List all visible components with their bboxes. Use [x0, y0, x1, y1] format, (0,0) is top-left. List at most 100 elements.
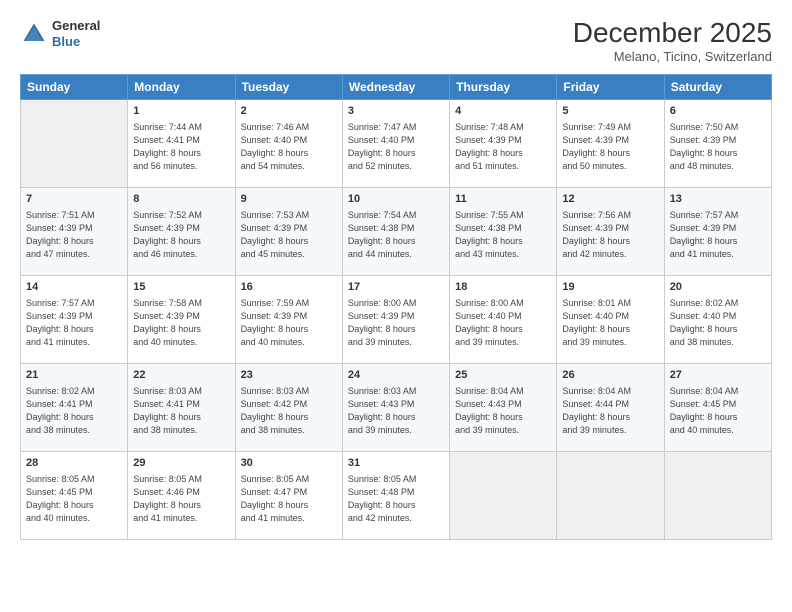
col-header-thursday: Thursday [450, 74, 557, 99]
calendar-cell: 4 Sunrise: 7:48 AMSunset: 4:39 PMDaylight… [450, 99, 557, 187]
day-number: 26 [562, 368, 658, 383]
calendar-cell: 22Sunrise: 8:03 AMSunset: 4:41 PMDayligh… [128, 363, 235, 451]
calendar-cell: 16 Sunrise: 7:59 AMSunset: 4:39 PMDayligh… [235, 275, 342, 363]
cell-info: Sunrise: 8:05 AMSunset: 4:46 PMDaylight:… [133, 473, 229, 525]
day-number: 20 [670, 280, 766, 295]
calendar-cell: 3 Sunrise: 7:47 AMSunset: 4:40 PMDaylight… [342, 99, 449, 187]
day-number: 23 [241, 368, 337, 383]
col-header-sunday: Sunday [21, 74, 128, 99]
calendar-cell: 6Sunrise: 7:50 AMSunset: 4:39 PMDaylight… [664, 99, 771, 187]
calendar-table: SundayMondayTuesdayWednesdayThursdayFrid… [20, 74, 772, 540]
calendar-cell: 28 Sunrise: 8:05 AMSunset: 4:45 PMDayligh… [21, 451, 128, 539]
calendar-cell [557, 451, 664, 539]
cell-info: Sunrise: 7:44 AMSunset: 4:41 PMDaylight:… [133, 121, 229, 173]
calendar-cell: 7Sunrise: 7:51 AMSunset: 4:39 PMDaylight… [21, 187, 128, 275]
calendar-cell: 24 Sunrise: 8:03 AMSunset: 4:43 PMDayligh… [342, 363, 449, 451]
day-number: 17 [348, 280, 444, 295]
day-number: 10 [348, 192, 444, 207]
calendar-cell: 9 Sunrise: 7:53 AMSunset: 4:39 PMDaylight… [235, 187, 342, 275]
day-number: 31 [348, 456, 444, 471]
calendar-cell: 21Sunrise: 8:02 AMSunset: 4:41 PMDayligh… [21, 363, 128, 451]
col-header-friday: Friday [557, 74, 664, 99]
calendar-cell: 13 Sunrise: 7:57 AMSunset: 4:39 PMDayligh… [664, 187, 771, 275]
day-number: 28 [26, 456, 122, 471]
logo-blue: Blue [52, 34, 100, 50]
day-number: 15 [133, 280, 229, 295]
logo-text: General Blue [52, 18, 100, 49]
cell-info: Sunrise: 8:04 AMSunset: 4:45 PMDaylight:… [670, 385, 766, 437]
cell-info: Sunrise: 7:47 AMSunset: 4:40 PMDaylight:… [348, 121, 444, 173]
cell-info: Sunrise: 8:02 AMSunset: 4:40 PMDaylight:… [670, 297, 766, 349]
title-block: December 2025 Melano, Ticino, Switzerlan… [573, 18, 772, 64]
col-header-tuesday: Tuesday [235, 74, 342, 99]
day-number: 12 [562, 192, 658, 207]
week-row-2: 14Sunrise: 7:57 AMSunset: 4:39 PMDayligh… [21, 275, 772, 363]
cell-info: Sunrise: 8:00 AMSunset: 4:40 PMDaylight:… [455, 297, 551, 349]
day-number: 25 [455, 368, 551, 383]
day-number: 14 [26, 280, 122, 295]
calendar-cell: 30 Sunrise: 8:05 AMSunset: 4:47 PMDayligh… [235, 451, 342, 539]
cell-info: Sunrise: 7:52 AMSunset: 4:39 PMDaylight:… [133, 209, 229, 261]
location-subtitle: Melano, Ticino, Switzerland [573, 49, 772, 64]
calendar-cell: 11Sunrise: 7:55 AMSunset: 4:38 PMDayligh… [450, 187, 557, 275]
month-title: December 2025 [573, 18, 772, 49]
calendar-cell: 14Sunrise: 7:57 AMSunset: 4:39 PMDayligh… [21, 275, 128, 363]
calendar-cell: 2 Sunrise: 7:46 AMSunset: 4:40 PMDaylight… [235, 99, 342, 187]
cell-info: Sunrise: 7:54 AMSunset: 4:38 PMDaylight:… [348, 209, 444, 261]
calendar-cell: 29Sunrise: 8:05 AMSunset: 4:46 PMDayligh… [128, 451, 235, 539]
calendar-cell [21, 99, 128, 187]
calendar-cell: 27 Sunrise: 8:04 AMSunset: 4:45 PMDayligh… [664, 363, 771, 451]
calendar-cell: 12 Sunrise: 7:56 AMSunset: 4:39 PMDayligh… [557, 187, 664, 275]
cell-info: Sunrise: 8:01 AMSunset: 4:40 PMDaylight:… [562, 297, 658, 349]
day-number: 2 [241, 104, 337, 119]
header-row: SundayMondayTuesdayWednesdayThursdayFrid… [21, 74, 772, 99]
cell-info: Sunrise: 7:56 AMSunset: 4:39 PMDaylight:… [562, 209, 658, 261]
day-number: 3 [348, 104, 444, 119]
cell-info: Sunrise: 7:53 AMSunset: 4:39 PMDaylight:… [241, 209, 337, 261]
calendar-cell: 15 Sunrise: 7:58 AMSunset: 4:39 PMDayligh… [128, 275, 235, 363]
calendar-cell: 25 Sunrise: 8:04 AMSunset: 4:43 PMDayligh… [450, 363, 557, 451]
calendar-cell: 1 Sunrise: 7:44 AMSunset: 4:41 PMDaylight… [128, 99, 235, 187]
cell-info: Sunrise: 7:58 AMSunset: 4:39 PMDaylight:… [133, 297, 229, 349]
cell-info: Sunrise: 7:55 AMSunset: 4:38 PMDaylight:… [455, 209, 551, 261]
col-header-monday: Monday [128, 74, 235, 99]
day-number: 27 [670, 368, 766, 383]
day-number: 9 [241, 192, 337, 207]
cell-info: Sunrise: 8:05 AMSunset: 4:45 PMDaylight:… [26, 473, 122, 525]
col-header-wednesday: Wednesday [342, 74, 449, 99]
week-row-3: 21Sunrise: 8:02 AMSunset: 4:41 PMDayligh… [21, 363, 772, 451]
cell-info: Sunrise: 8:03 AMSunset: 4:41 PMDaylight:… [133, 385, 229, 437]
calendar-cell: 17Sunrise: 8:00 AMSunset: 4:39 PMDayligh… [342, 275, 449, 363]
day-number: 4 [455, 104, 551, 119]
cell-info: Sunrise: 8:04 AMSunset: 4:43 PMDaylight:… [455, 385, 551, 437]
calendar-cell: 8 Sunrise: 7:52 AMSunset: 4:39 PMDaylight… [128, 187, 235, 275]
page: General Blue December 2025 Melano, Ticin… [0, 0, 792, 612]
cell-info: Sunrise: 8:05 AMSunset: 4:48 PMDaylight:… [348, 473, 444, 525]
day-number: 24 [348, 368, 444, 383]
logo: General Blue [20, 18, 100, 49]
cell-info: Sunrise: 8:03 AMSunset: 4:42 PMDaylight:… [241, 385, 337, 437]
cell-info: Sunrise: 8:03 AMSunset: 4:43 PMDaylight:… [348, 385, 444, 437]
calendar-cell [450, 451, 557, 539]
calendar-cell: 23 Sunrise: 8:03 AMSunset: 4:42 PMDayligh… [235, 363, 342, 451]
cell-info: Sunrise: 7:46 AMSunset: 4:40 PMDaylight:… [241, 121, 337, 173]
calendar-cell: 18Sunrise: 8:00 AMSunset: 4:40 PMDayligh… [450, 275, 557, 363]
day-number: 16 [241, 280, 337, 295]
week-row-1: 7Sunrise: 7:51 AMSunset: 4:39 PMDaylight… [21, 187, 772, 275]
calendar-cell: 20 Sunrise: 8:02 AMSunset: 4:40 PMDayligh… [664, 275, 771, 363]
cell-info: Sunrise: 7:57 AMSunset: 4:39 PMDaylight:… [670, 209, 766, 261]
day-number: 1 [133, 104, 229, 119]
day-number: 13 [670, 192, 766, 207]
day-number: 5 [562, 104, 658, 119]
cell-info: Sunrise: 7:48 AMSunset: 4:39 PMDaylight:… [455, 121, 551, 173]
cell-info: Sunrise: 7:59 AMSunset: 4:39 PMDaylight:… [241, 297, 337, 349]
day-number: 8 [133, 192, 229, 207]
cell-info: Sunrise: 8:04 AMSunset: 4:44 PMDaylight:… [562, 385, 658, 437]
day-number: 7 [26, 192, 122, 207]
cell-info: Sunrise: 8:02 AMSunset: 4:41 PMDaylight:… [26, 385, 122, 437]
day-number: 30 [241, 456, 337, 471]
cell-info: Sunrise: 8:05 AMSunset: 4:47 PMDaylight:… [241, 473, 337, 525]
cell-info: Sunrise: 7:49 AMSunset: 4:39 PMDaylight:… [562, 121, 658, 173]
logo-icon [20, 20, 48, 48]
calendar-cell: 31 Sunrise: 8:05 AMSunset: 4:48 PMDayligh… [342, 451, 449, 539]
